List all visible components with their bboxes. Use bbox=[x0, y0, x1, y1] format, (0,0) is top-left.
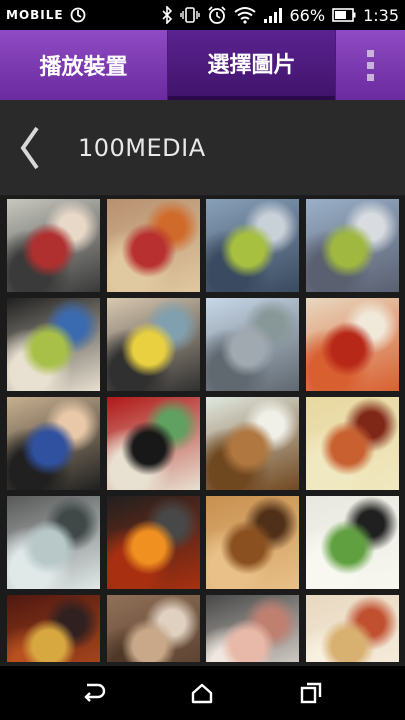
screen: MOBILE 66% 1:35 播放裝置 選擇圖片 100MEDIA bbox=[0, 0, 405, 720]
status-right: 66% 1:35 bbox=[161, 5, 399, 25]
bluetooth-icon bbox=[161, 6, 173, 24]
signal-icon bbox=[263, 6, 283, 24]
photo-food-noodle-soup[interactable] bbox=[305, 397, 399, 490]
photo-meatball-shop-sign[interactable] bbox=[106, 397, 200, 490]
nav-bar bbox=[0, 666, 405, 720]
photo-tea-shop-sign[interactable] bbox=[7, 595, 100, 662]
battery-icon bbox=[332, 8, 356, 22]
nav-back-button[interactable] bbox=[74, 673, 114, 713]
alarm-icon bbox=[207, 5, 227, 25]
nav-back-icon bbox=[84, 683, 106, 702]
status-left: MOBILE bbox=[6, 6, 87, 24]
photo-food-dumplings[interactable] bbox=[7, 496, 100, 589]
nav-home-button[interactable] bbox=[182, 673, 222, 713]
photo-food-grilled-skewers[interactable] bbox=[206, 496, 299, 589]
nav-recents-button[interactable] bbox=[291, 673, 331, 713]
vibrate-icon bbox=[179, 6, 200, 24]
nav-home-icon bbox=[192, 683, 213, 704]
photo-child-red-vest-toys[interactable] bbox=[7, 199, 100, 292]
nav-recents-icon bbox=[300, 682, 322, 704]
photo-child-car-seat[interactable] bbox=[7, 298, 100, 391]
status-bar: MOBILE 66% 1:35 bbox=[0, 0, 405, 30]
photo-food-fried-pork-rice[interactable] bbox=[206, 397, 299, 490]
photo-food-chili-plate[interactable] bbox=[305, 298, 399, 391]
tab-play-device[interactable]: 播放裝置 bbox=[0, 30, 167, 100]
photo-child-green-jacket-slide[interactable] bbox=[206, 199, 299, 292]
folder-header: 100MEDIA bbox=[0, 100, 405, 195]
sync-icon bbox=[69, 6, 87, 24]
chevron-left-icon bbox=[20, 126, 39, 169]
wifi-icon bbox=[233, 6, 256, 24]
photo-woman-and-child[interactable] bbox=[7, 397, 100, 490]
photo-grid bbox=[0, 196, 405, 662]
tab-bar: 播放裝置 選擇圖片 bbox=[0, 30, 405, 100]
tab-select-picture[interactable]: 選擇圖片 bbox=[168, 30, 335, 100]
photo-food-ham-sandwich[interactable] bbox=[206, 595, 299, 662]
photo-child-green-jacket-railing[interactable] bbox=[305, 199, 399, 292]
photo-shop-storefront[interactable] bbox=[106, 595, 200, 662]
carrier-logo: MOBILE bbox=[6, 8, 64, 22]
photo-food-sandwich-plate[interactable] bbox=[305, 595, 399, 662]
battery-percent: 66% bbox=[289, 5, 326, 25]
more-vert-icon bbox=[367, 49, 374, 81]
photo-food-bbq-grill[interactable] bbox=[106, 496, 200, 589]
folder-back-button[interactable] bbox=[0, 100, 60, 195]
photo-food-fish-balls[interactable] bbox=[305, 496, 399, 589]
folder-title: 100MEDIA bbox=[78, 133, 206, 162]
clock: 1:35 bbox=[363, 5, 399, 25]
photo-child-basketball[interactable] bbox=[106, 199, 200, 292]
photo-child-yellow-ride[interactable] bbox=[106, 298, 200, 391]
overflow-menu-button[interactable] bbox=[335, 30, 405, 100]
photo-bridge-family[interactable] bbox=[206, 298, 299, 391]
